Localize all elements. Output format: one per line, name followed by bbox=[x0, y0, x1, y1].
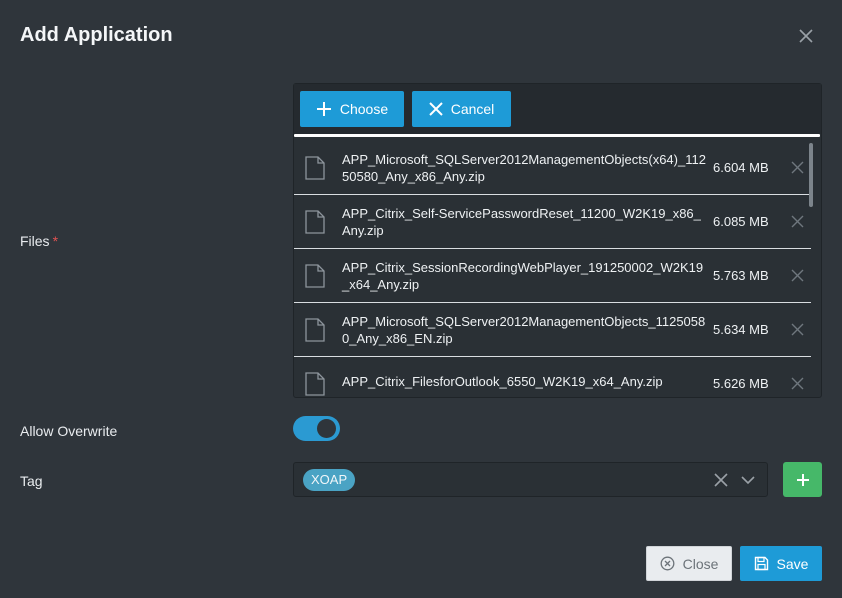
remove-file-icon[interactable] bbox=[791, 215, 804, 228]
file-list: APP_Microsoft_SQLServer2012ManagementObj… bbox=[294, 141, 811, 397]
file-size: 6.085 MB bbox=[713, 214, 769, 229]
file-row: APP_Citrix_FilesforOutlook_6550_W2K19_x6… bbox=[294, 357, 811, 397]
remove-file-icon[interactable] bbox=[791, 323, 804, 336]
tag-label: Tag bbox=[20, 473, 43, 489]
save-button-label: Save bbox=[776, 555, 809, 572]
file-name: APP_Microsoft_SQLServer2012ManagementObj… bbox=[342, 314, 706, 346]
file-icon bbox=[305, 264, 325, 288]
save-button[interactable]: Save bbox=[740, 546, 822, 581]
allow-overwrite-toggle[interactable] bbox=[293, 416, 340, 441]
file-name: APP_Citrix_Self-ServicePasswordReset_112… bbox=[342, 206, 701, 238]
file-size: 5.626 MB bbox=[713, 376, 769, 391]
clear-icon[interactable] bbox=[714, 473, 728, 487]
file-icon bbox=[305, 210, 325, 234]
file-row: APP_Citrix_SessionRecordingWebPlayer_191… bbox=[294, 249, 811, 303]
file-uploader: Choose Cancel APP_Microsoft_SQLServer201… bbox=[293, 83, 822, 398]
remove-file-icon[interactable] bbox=[791, 377, 804, 390]
file-size: 6.604 MB bbox=[713, 160, 769, 175]
dialog-close-icon[interactable] bbox=[796, 26, 816, 46]
file-icon bbox=[305, 318, 325, 342]
cancel-button-label: Cancel bbox=[450, 101, 495, 117]
required-mark: * bbox=[52, 233, 59, 249]
remove-file-icon[interactable] bbox=[791, 269, 804, 282]
choose-button-label: Choose bbox=[339, 101, 389, 117]
tag-chip[interactable]: XOAP bbox=[303, 469, 356, 491]
save-icon bbox=[754, 556, 768, 571]
file-name: APP_Citrix_FilesforOutlook_6550_W2K19_x6… bbox=[342, 374, 663, 389]
uploader-toolbar: Choose Cancel bbox=[294, 84, 821, 134]
toggle-knob bbox=[317, 419, 336, 438]
file-icon bbox=[305, 372, 325, 396]
add-tag-button[interactable] bbox=[783, 462, 822, 497]
file-list-scrollbar[interactable] bbox=[809, 143, 813, 207]
plus-icon bbox=[316, 102, 331, 116]
file-row: APP_Citrix_Self-ServicePasswordReset_112… bbox=[294, 195, 811, 249]
file-name: APP_Citrix_SessionRecordingWebPlayer_191… bbox=[342, 260, 704, 292]
plus-icon bbox=[796, 473, 809, 486]
choose-button[interactable]: Choose bbox=[300, 91, 404, 127]
cancel-button[interactable]: Cancel bbox=[412, 91, 511, 127]
file-size: 5.763 MB bbox=[713, 268, 769, 283]
file-size: 5.634 MB bbox=[713, 322, 769, 337]
file-row: APP_Microsoft_SQLServer2012ManagementObj… bbox=[294, 303, 811, 357]
file-icon bbox=[305, 156, 325, 180]
close-button-label: Close bbox=[682, 555, 719, 572]
remove-file-icon[interactable] bbox=[791, 161, 804, 174]
close-icon bbox=[428, 102, 443, 116]
dialog-title: Add Application bbox=[20, 24, 173, 46]
file-row: APP_Microsoft_SQLServer2012ManagementObj… bbox=[294, 141, 811, 195]
close-button[interactable]: Close bbox=[646, 546, 732, 581]
file-name: APP_Microsoft_SQLServer2012ManagementObj… bbox=[342, 152, 706, 184]
files-label: Files * bbox=[20, 233, 58, 249]
chevron-down-icon[interactable] bbox=[740, 474, 756, 486]
files-label-text: Files bbox=[20, 233, 50, 249]
circle-close-icon bbox=[660, 556, 675, 571]
tag-select[interactable]: XOAP bbox=[293, 462, 768, 497]
allow-overwrite-label: Allow Overwrite bbox=[20, 423, 118, 439]
upload-progress-bar bbox=[294, 134, 820, 137]
